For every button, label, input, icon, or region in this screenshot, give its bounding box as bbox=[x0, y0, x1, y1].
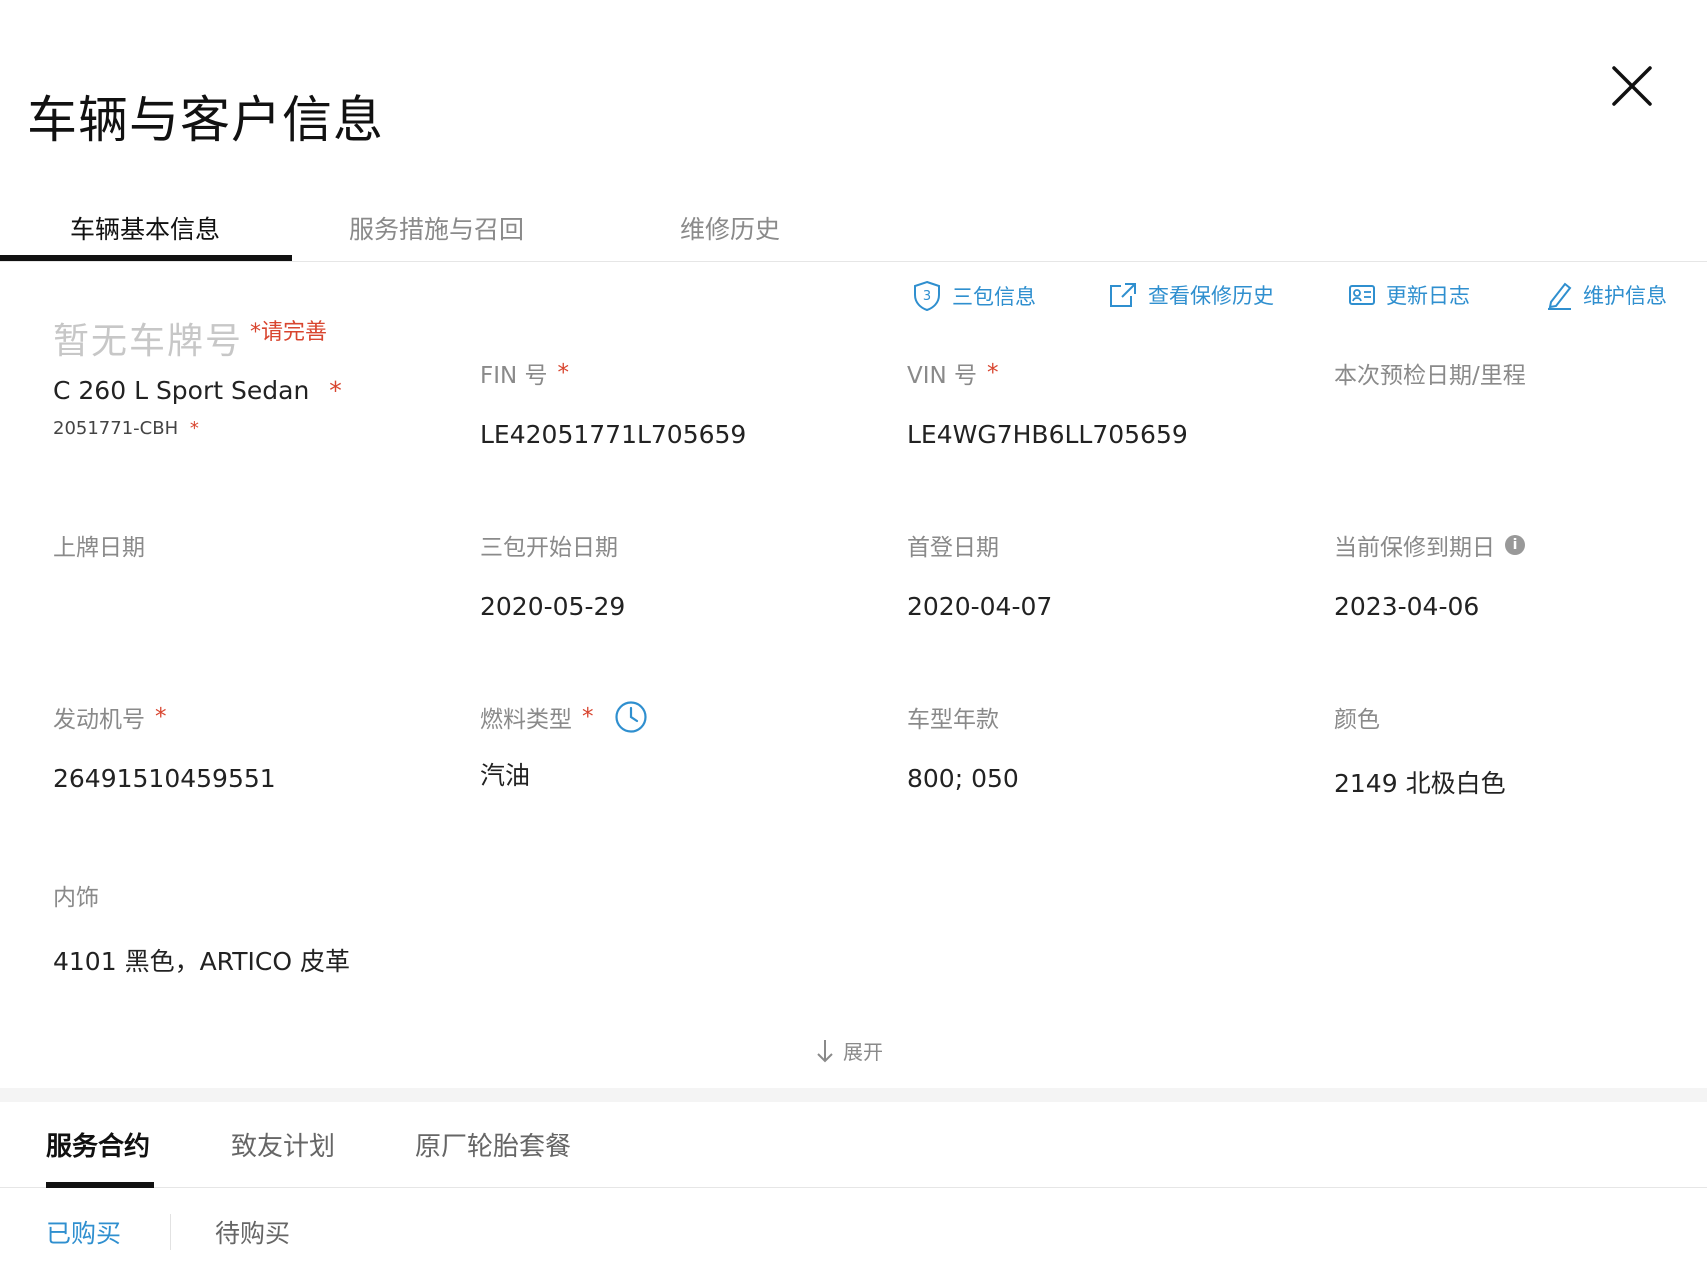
first-registration-value: 2020-04-07 bbox=[907, 592, 1053, 621]
field-fin: FIN 号 * LE42051771L705659 bbox=[480, 356, 746, 449]
expand-label: 展开 bbox=[843, 1040, 883, 1064]
required-mark: * bbox=[557, 360, 570, 386]
page-title: 车辆与客户信息 bbox=[27, 91, 384, 149]
required-mark: * bbox=[582, 704, 594, 730]
log-icon bbox=[1349, 285, 1375, 305]
plate-date-label: 上牌日期 bbox=[53, 535, 145, 561]
update-log-label: 更新日志 bbox=[1386, 284, 1470, 308]
tab-tire-package[interactable]: 原厂轮胎套餐 bbox=[415, 1126, 571, 1163]
svg-text:3: 3 bbox=[923, 289, 931, 304]
tab-vehicle-basic-info[interactable]: 车辆基本信息 bbox=[70, 210, 220, 246]
update-log-button[interactable]: 更新日志 bbox=[1348, 280, 1470, 310]
vehicle-model-code: 2051771-CBH * bbox=[53, 418, 199, 439]
field-interior: 内饰 4101 黑色，ARTICO 皮革 bbox=[53, 878, 350, 978]
external-link-icon bbox=[1110, 283, 1136, 307]
active-tab-indicator bbox=[0, 255, 292, 261]
maintain-info-label: 维护信息 bbox=[1583, 284, 1667, 308]
vehicle-model-code-value: 2051771-CBH bbox=[53, 418, 179, 439]
color-label: 颜色 bbox=[1334, 707, 1380, 733]
close-button[interactable] bbox=[1604, 58, 1660, 114]
subtab-pending[interactable]: 待购买 bbox=[215, 1214, 290, 1250]
inspection-label: 本次预检日期/里程 bbox=[1334, 363, 1526, 389]
interior-label: 内饰 bbox=[53, 885, 99, 911]
field-vin: VIN 号 * LE4WG7HB6LL705659 bbox=[907, 356, 1188, 449]
vehicle-model: C 260 L Sport Sedan * bbox=[53, 376, 342, 405]
warranty-start-label: 三包开始日期 bbox=[480, 535, 618, 561]
subtab-purchased[interactable]: 已购买 bbox=[46, 1214, 121, 1250]
interior-value: 4101 黑色，ARTICO 皮革 bbox=[53, 947, 350, 976]
first-registration-label: 首登日期 bbox=[907, 535, 999, 561]
three-guarantee-button[interactable]: 3 三包信息 bbox=[912, 280, 1036, 312]
color-value: 2149 北极白色 bbox=[1334, 769, 1506, 798]
warranty-history-button[interactable]: 查看保修历史 bbox=[1108, 280, 1274, 310]
field-fuel-type: 燃料类型 * 汽油 bbox=[480, 700, 648, 792]
required-mark: * bbox=[189, 418, 199, 439]
vehicle-model-name: C 260 L Sport Sedan bbox=[53, 376, 310, 405]
model-year-value: 800; 050 bbox=[907, 764, 1019, 793]
section-divider bbox=[0, 1088, 1707, 1102]
tab-repair-history[interactable]: 维修历史 bbox=[680, 210, 780, 246]
plate-complete-label: 请完善 bbox=[261, 320, 328, 345]
warranty-expiry-label: 当前保修到期日 bbox=[1334, 535, 1495, 561]
required-mark: * bbox=[250, 320, 261, 345]
arrow-down-icon bbox=[817, 1039, 833, 1062]
close-icon bbox=[1612, 66, 1652, 106]
warranty-expiry-value: 2023-04-06 bbox=[1334, 592, 1480, 621]
tab-friend-plan[interactable]: 致友计划 bbox=[231, 1126, 335, 1163]
info-icon[interactable]: i bbox=[1505, 535, 1525, 555]
field-warranty-expiry: 当前保修到期日 i 2023-04-06 bbox=[1334, 528, 1525, 621]
purchase-subtab-bar: 已购买 待购买 bbox=[0, 1188, 1707, 1280]
expand-button[interactable]: 展开 bbox=[815, 1036, 883, 1065]
clock-icon[interactable] bbox=[614, 700, 648, 734]
contract-tab-bar: 服务合约 致友计划 原厂轮胎套餐 bbox=[0, 1102, 1707, 1188]
plate-complete-link[interactable]: *请完善 bbox=[250, 314, 327, 346]
vin-value: LE4WG7HB6LL705659 bbox=[907, 420, 1188, 449]
tab-service-contract[interactable]: 服务合约 bbox=[46, 1126, 150, 1163]
fin-value: LE42051771L705659 bbox=[480, 420, 747, 449]
tab-service-recall[interactable]: 服务措施与召回 bbox=[349, 210, 524, 246]
fuel-type-label: 燃料类型 bbox=[480, 707, 572, 733]
shield-icon: 3 bbox=[914, 280, 940, 312]
three-guarantee-label: 三包信息 bbox=[952, 285, 1036, 309]
vin-label: VIN 号 bbox=[907, 363, 978, 389]
warranty-start-value: 2020-05-29 bbox=[480, 592, 626, 621]
required-mark: * bbox=[987, 360, 999, 386]
pencil-icon bbox=[1548, 282, 1572, 310]
engine-number-label: 发动机号 bbox=[53, 707, 145, 733]
maintain-info-button[interactable]: 维护信息 bbox=[1545, 280, 1667, 310]
subtab-divider bbox=[170, 1214, 171, 1250]
field-model-year: 车型年款 800; 050 bbox=[907, 700, 1019, 793]
required-mark: * bbox=[155, 704, 167, 730]
field-plate-date: 上牌日期 bbox=[53, 528, 145, 562]
field-warranty-start: 三包开始日期 2020-05-29 bbox=[480, 528, 625, 621]
field-color: 颜色 2149 北极白色 bbox=[1334, 700, 1506, 800]
top-tab-bar: 车辆基本信息 服务措施与召回 维修历史 bbox=[0, 196, 1707, 262]
fuel-type-value: 汽油 bbox=[480, 761, 531, 790]
warranty-history-label: 查看保修历史 bbox=[1148, 284, 1274, 308]
required-mark: * bbox=[329, 376, 342, 405]
field-engine-number: 发动机号 * 26491510459551 bbox=[53, 700, 276, 793]
model-year-label: 车型年款 bbox=[907, 707, 999, 733]
fin-label: FIN 号 bbox=[480, 363, 548, 389]
field-inspection: 本次预检日期/里程 bbox=[1334, 356, 1526, 390]
field-first-registration: 首登日期 2020-04-07 bbox=[907, 528, 1052, 621]
engine-number-value: 26491510459551 bbox=[53, 764, 276, 793]
license-plate: 暂无车牌号 bbox=[53, 321, 244, 362]
